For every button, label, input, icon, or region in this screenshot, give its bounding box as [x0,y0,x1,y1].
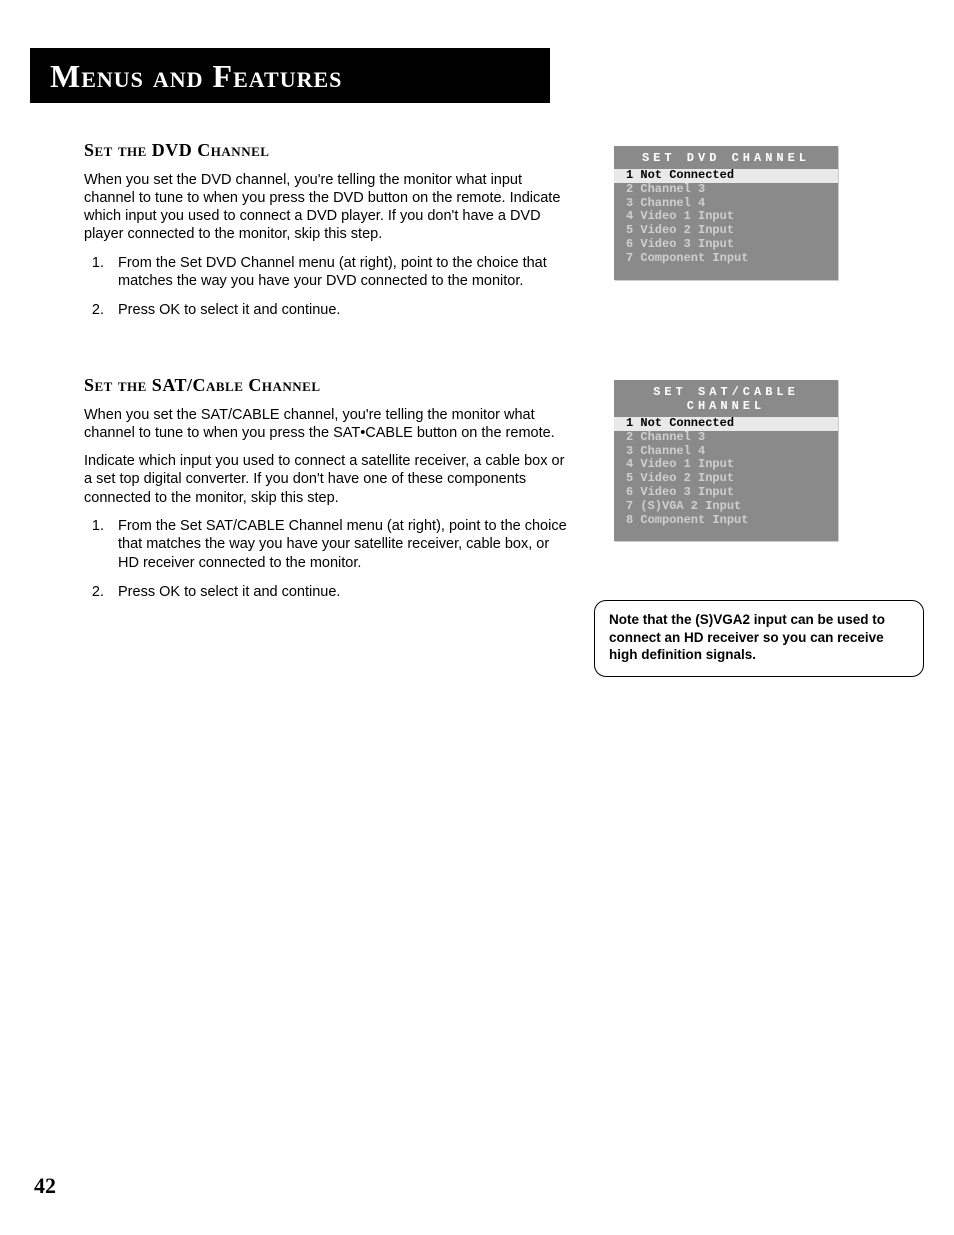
sat-paragraph-2: Indicate which input you used to connect… [84,452,574,506]
dvd-menu-item[interactable]: 3 Channel 4 [614,197,838,211]
sat-menu-header: SET SAT/CABLE CHANNEL [614,380,838,417]
dvd-menu-header: SET DVD CHANNEL [614,146,838,169]
sat-menu-item-selected[interactable]: 1 Not Connected [614,417,838,431]
dvd-menu-item[interactable]: 7 Component Input [614,252,838,266]
dvd-menu-item[interactable]: 5 Video 2 Input [614,224,838,238]
dvd-heading: Set the DVD Channel [84,140,574,161]
dvd-section: Set the DVD Channel When you set the DVD… [84,140,574,330]
page-number: 42 [34,1173,56,1199]
page-container: Menus and Features Set the DVD Channel W… [0,0,954,1235]
sat-menu-box: SET SAT/CABLE CHANNEL 1 Not Connected 2 … [614,380,838,541]
dvd-menu-item[interactable]: 2 Channel 3 [614,183,838,197]
dvd-step-1: From the Set DVD Channel menu (at right)… [108,254,574,292]
sat-step-1: From the Set SAT/CABLE Channel menu (at … [108,517,574,574]
dvd-menu-item[interactable]: 6 Video 3 Input [614,238,838,252]
dvd-menu-box: SET DVD CHANNEL 1 Not Connected 2 Channe… [614,146,838,280]
note-text: Note that the (S)VGA2 input can be used … [609,612,885,662]
dvd-menu-item-selected[interactable]: 1 Not Connected [614,169,838,183]
note-box: Note that the (S)VGA2 input can be used … [594,600,924,677]
sat-menu-item[interactable]: 8 Component Input [614,514,838,528]
sat-paragraph-1: When you set the SAT/CABLE channel, you'… [84,406,574,442]
page-title: Menus and Features [50,58,530,95]
dvd-steps: From the Set DVD Channel menu (at right)… [84,254,574,321]
sat-menu-item[interactable]: 4 Video 1 Input [614,458,838,472]
title-bar: Menus and Features [30,48,550,103]
dvd-paragraph: When you set the DVD channel, you're tel… [84,171,574,244]
dvd-step-2: Press OK to select it and continue. [108,301,574,320]
sat-menu-item[interactable]: 7 (S)VGA 2 Input [614,500,838,514]
sat-menu-item[interactable]: 2 Channel 3 [614,431,838,445]
dvd-menu-item[interactable]: 4 Video 1 Input [614,210,838,224]
sat-steps: From the Set SAT/CABLE Channel menu (at … [84,517,574,602]
sat-heading: Set the SAT/Cable Channel [84,375,574,396]
sat-section: Set the SAT/Cable Channel When you set t… [84,375,574,612]
sat-step-2: Press OK to select it and continue. [108,583,574,602]
sat-menu-item[interactable]: 5 Video 2 Input [614,472,838,486]
sat-menu-item[interactable]: 6 Video 3 Input [614,486,838,500]
sat-menu-item[interactable]: 3 Channel 4 [614,445,838,459]
